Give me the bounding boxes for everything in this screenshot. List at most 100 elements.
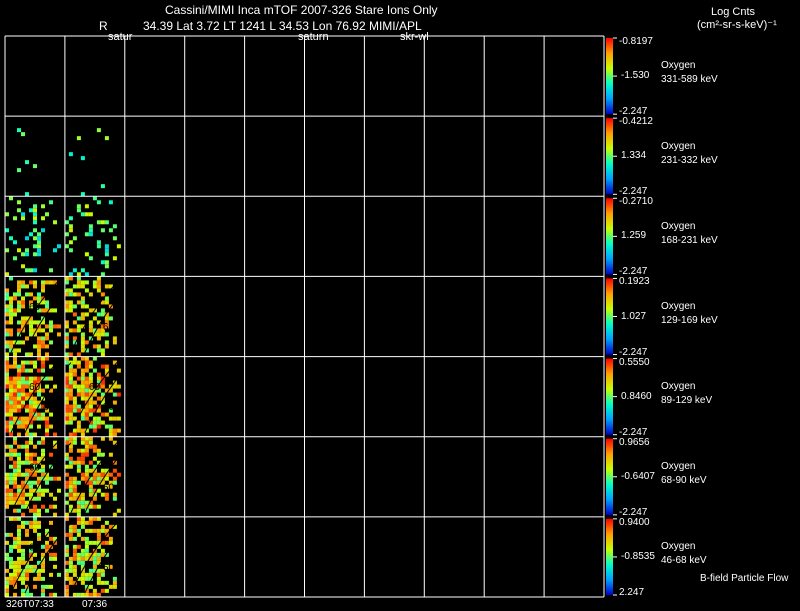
heatmap-cell (13, 460, 17, 465)
heatmap-cell (41, 468, 45, 473)
heatmap-cell (84, 544, 89, 549)
heatmap-cell (72, 236, 77, 241)
heatmap-cell (33, 376, 37, 381)
heatmap-cell (100, 452, 105, 457)
species-label: Oxygen (661, 140, 696, 152)
heatmap-cell (116, 392, 121, 397)
heatmap-cell (76, 560, 81, 565)
heatmap-cell (104, 476, 109, 481)
heatmap-cell (68, 392, 73, 397)
heatmap-cell (17, 280, 21, 285)
heatmap-cell (37, 512, 41, 517)
heatmap-cell (64, 404, 69, 409)
heatmap-cell (96, 536, 101, 541)
heatmap-cell (68, 408, 73, 413)
heatmap-cell (5, 592, 9, 597)
heatmap-cell (64, 544, 69, 549)
heatmap-cell (64, 492, 69, 497)
heatmap-cell (9, 376, 13, 381)
time-label-start: 326T07:33 (6, 599, 54, 610)
heatmap-cell (17, 556, 21, 561)
colorbar (606, 278, 613, 355)
heatmap-cell (68, 404, 73, 409)
heatmap-cell (84, 368, 89, 373)
heatmap-cell (64, 356, 69, 361)
heatmap-cell (68, 352, 73, 357)
heatmap-cell (88, 364, 93, 369)
heatmap-cell (5, 532, 9, 537)
heatmap-cell (64, 320, 69, 325)
heatmap-cell (13, 216, 17, 221)
heatmap-cell (33, 584, 37, 589)
heatmap-cell (80, 392, 85, 397)
heatmap-cell (53, 384, 57, 389)
heatmap-cell (37, 568, 41, 573)
heatmap-cell (41, 568, 45, 573)
heatmap-cell (96, 336, 101, 341)
heatmap-cell (9, 364, 13, 369)
heatmap-cell (96, 200, 101, 205)
heatmap-cell (21, 460, 25, 465)
heatmap-cell (5, 272, 9, 277)
heatmap-cell (84, 312, 89, 317)
heatmap-cell (112, 476, 117, 481)
heatmap-cell (29, 424, 33, 429)
heatmap-cell (92, 496, 97, 501)
heatmap-cell (9, 420, 13, 425)
heatmap-cell (92, 196, 97, 201)
heatmap-cell (64, 412, 69, 417)
heatmap-cell (41, 344, 45, 349)
heatmap-cell (17, 516, 21, 521)
heatmap-cell (96, 420, 101, 425)
heatmap-cell (84, 572, 89, 577)
heatmap-cell (17, 348, 21, 353)
heatmap-cell (29, 328, 33, 333)
heatmap-cell (25, 528, 29, 533)
heatmap-cell (84, 232, 89, 237)
heatmap-cell (100, 384, 105, 389)
heatmap-cell (72, 368, 77, 373)
heatmap-cell (92, 480, 97, 485)
heatmap-cell (80, 552, 85, 557)
heatmap-cell (76, 204, 81, 209)
heatmap-cell (84, 536, 89, 541)
heatmap-cell (49, 592, 53, 597)
heatmap-cell (33, 480, 37, 485)
contour-label: 60 (89, 382, 101, 393)
heatmap-cell (80, 524, 85, 529)
heatmap-cell (33, 520, 37, 525)
heatmap-cell (92, 368, 97, 373)
heatmap-cell (41, 228, 45, 233)
heatmap-cell (5, 308, 9, 313)
heatmap-cell (64, 516, 69, 521)
heatmap-cell (84, 576, 89, 581)
heatmap-cell (33, 204, 37, 209)
heatmap-cell (68, 224, 73, 229)
heatmap-cell (37, 520, 41, 525)
heatmap-cell (17, 420, 21, 425)
heatmap-cell (9, 332, 13, 337)
heatmap-cell (72, 484, 77, 489)
heatmap-cell (72, 592, 77, 597)
heatmap-cell (64, 340, 69, 345)
heatmap-cell (68, 488, 73, 493)
heatmap-cell (64, 436, 69, 441)
heatmap-cell (9, 472, 13, 477)
heatmap-cell (5, 400, 9, 405)
heatmap-cell (80, 428, 85, 433)
heatmap-cell (37, 536, 41, 541)
heatmap-cell (45, 584, 49, 589)
heatmap-cell (84, 272, 89, 277)
heatmap-cell (76, 316, 81, 321)
time-label-2: 07:36 (82, 599, 108, 610)
heatmap-cell (13, 576, 17, 581)
contour-label: 60 (103, 563, 115, 574)
heatmap-cell (64, 568, 69, 573)
heatmap-cell (80, 412, 85, 417)
heatmap-cell (96, 376, 101, 381)
heatmap-cell (92, 424, 97, 429)
heatmap-cell (96, 504, 101, 509)
heatmap-cell (33, 496, 37, 501)
heatmap-cell (37, 524, 41, 529)
heatmap-cell (49, 280, 53, 285)
